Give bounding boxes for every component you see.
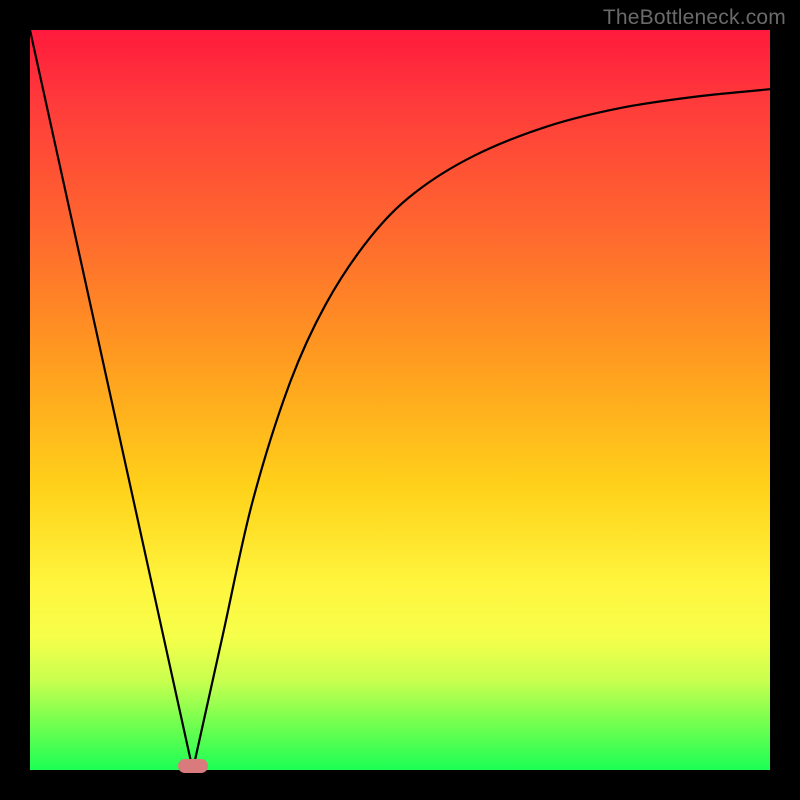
bottleneck-curve: [30, 30, 770, 770]
chart-frame: TheBottleneck.com: [0, 0, 800, 800]
optimal-point-marker: [178, 759, 208, 773]
plot-area: [30, 30, 770, 770]
watermark-text: TheBottleneck.com: [603, 6, 786, 30]
